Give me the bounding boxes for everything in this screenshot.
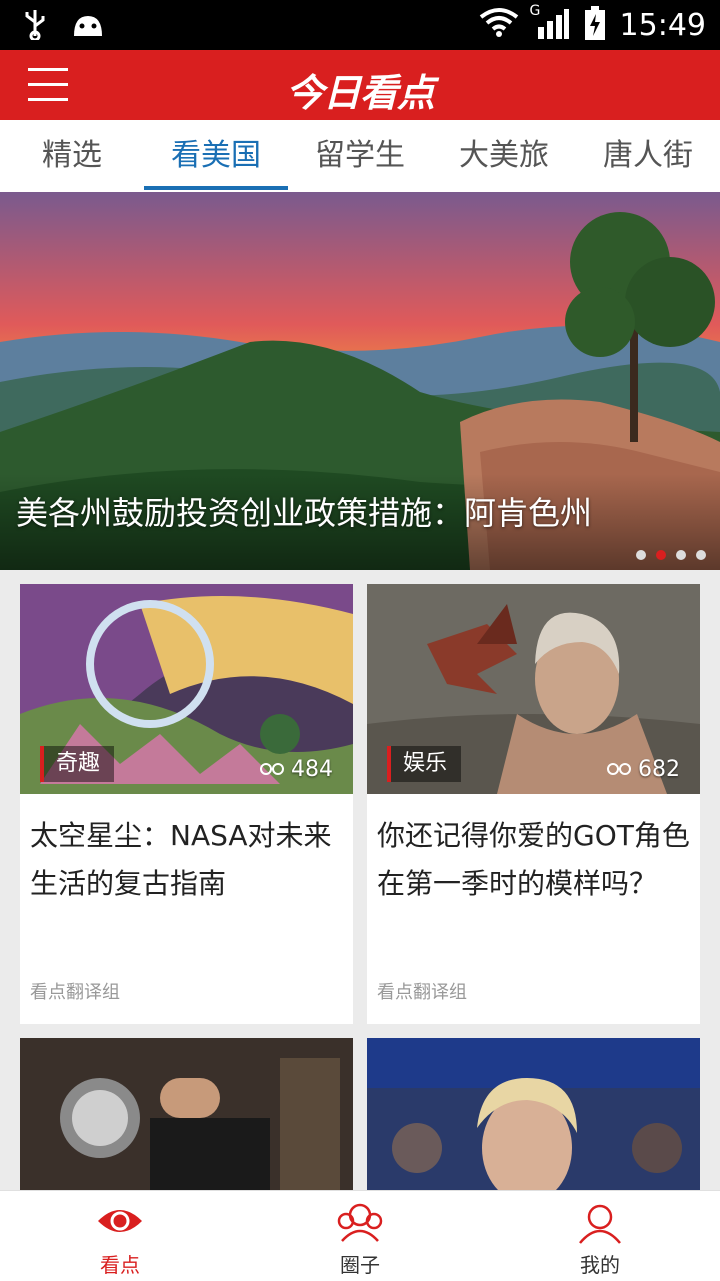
bottom-nav: 看点 圈子 我的 — [0, 1190, 720, 1281]
article-source: 看点翻译组 — [30, 982, 120, 1003]
nav-quanzi[interactable]: 圈子 — [240, 1191, 480, 1281]
carousel-dot[interactable] — [636, 550, 646, 560]
category-tabs: 精选 看美国 留学生 大美旅 唐人街 — [0, 120, 720, 192]
wifi-icon — [478, 7, 520, 43]
app-bar: 今日看点 — [0, 50, 720, 120]
tab-da-meilv[interactable]: 大美旅 — [432, 120, 576, 192]
status-time: 15:49 — [619, 7, 706, 43]
article-thumbnail: 娱乐 682 — [367, 584, 700, 794]
hero-title: 美各州鼓励投资创业政策措施：阿肯色州 — [16, 494, 593, 532]
hero-banner[interactable]: 美各州鼓励投资创业政策措施：阿肯色州 — [0, 192, 720, 570]
carousel-dot[interactable] — [696, 550, 706, 560]
eye-icon — [96, 1201, 144, 1245]
article-title: 太空星尘：NASA对未来生活的复古指南 — [30, 819, 332, 900]
nav-kandian[interactable]: 看点 — [0, 1191, 240, 1281]
nav-wode[interactable]: 我的 — [480, 1191, 720, 1281]
carousel-dot[interactable] — [656, 550, 666, 560]
tab-jingxuan[interactable]: 精选 — [0, 120, 144, 192]
group-icon — [336, 1201, 384, 1247]
glasses-icon — [606, 757, 632, 782]
article-card[interactable] — [20, 1038, 353, 1198]
article-card[interactable]: 奇趣 484 太空星尘：NASA对未来生活的复古指南 看点翻译组 — [20, 584, 353, 1024]
article-thumbnail — [20, 1038, 353, 1198]
glasses-icon — [259, 757, 285, 782]
article-card[interactable] — [367, 1038, 700, 1198]
category-tag: 奇趣 — [40, 746, 115, 782]
article-title: 你还记得你爱的GOT角色在第一季时的模样吗？ — [377, 819, 690, 900]
app-logo: 今日看点 — [285, 71, 435, 115]
category-tag: 娱乐 — [387, 746, 462, 782]
tab-kan-meiguo[interactable]: 看美国 — [144, 120, 288, 192]
usb-icon — [22, 8, 48, 44]
article-card[interactable]: 娱乐 682 你还记得你爱的GOT角色在第一季时的模样吗？ 看点翻译组 — [367, 584, 700, 1024]
tab-liuxuesheng[interactable]: 留学生 — [288, 120, 432, 192]
tab-tangrenjie[interactable]: 唐人街 — [576, 120, 720, 192]
carousel-dots — [636, 550, 706, 560]
carousel-dot[interactable] — [676, 550, 686, 560]
article-source: 看点翻译组 — [377, 982, 467, 1003]
status-bar: G 15:49 — [0, 0, 720, 50]
article-thumbnail: 奇趣 484 — [20, 584, 353, 794]
view-count: 484 — [259, 757, 333, 782]
battery-icon — [584, 6, 606, 44]
profile-icon — [576, 1201, 624, 1249]
signal-icon: G — [530, 3, 570, 43]
view-count: 682 — [606, 757, 680, 782]
article-thumbnail — [367, 1038, 700, 1198]
android-icon — [70, 10, 106, 42]
